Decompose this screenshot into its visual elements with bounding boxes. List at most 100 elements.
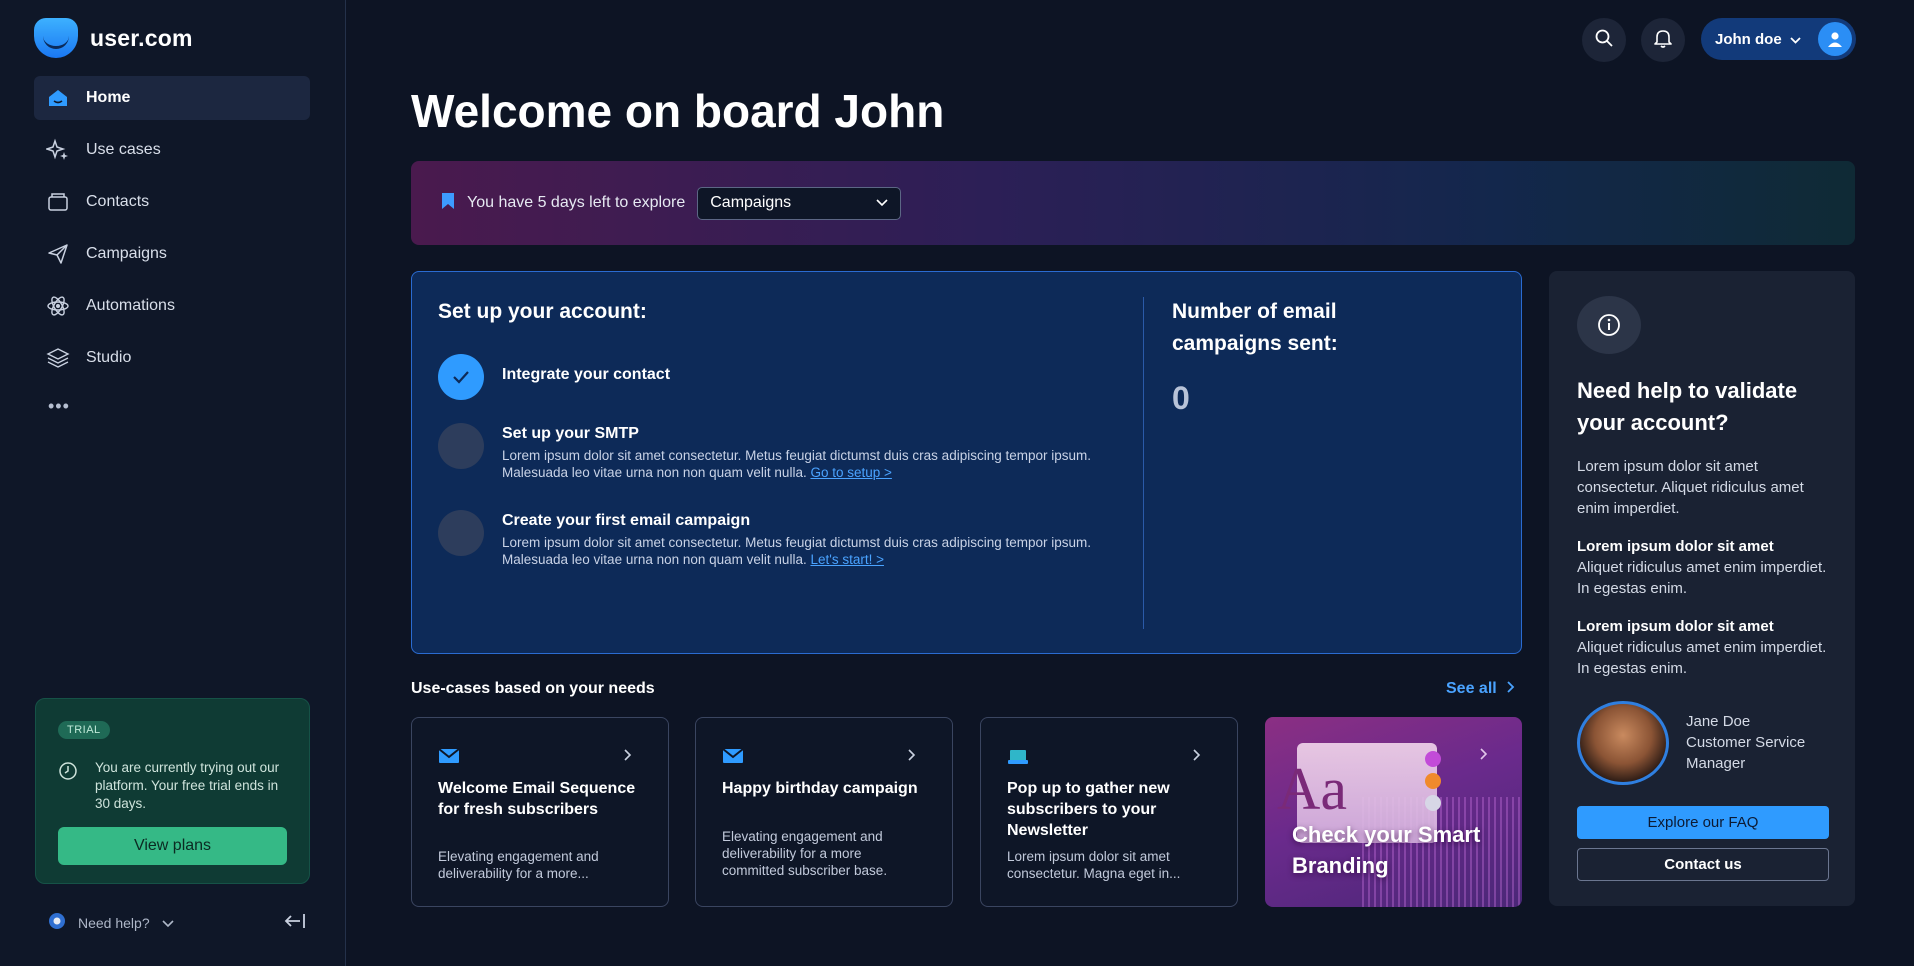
divider xyxy=(1143,297,1144,629)
mail-icon xyxy=(722,748,744,769)
help-icon xyxy=(48,912,66,933)
sidebar-item-automations[interactable]: Automations xyxy=(34,284,310,328)
setup-step-integrate[interactable]: Integrate your contact xyxy=(438,354,1128,400)
step-description: Lorem ipsum dolor sit amet consectetur. … xyxy=(502,447,1132,481)
see-all-label: See all xyxy=(1446,680,1497,697)
more-menu-icon[interactable]: ••• xyxy=(48,396,70,417)
chevron-right-icon xyxy=(1193,748,1201,766)
chevron-right-icon xyxy=(1507,680,1515,698)
chevron-down-icon xyxy=(162,915,174,931)
help-paragraph-bold: Lorem ipsum dolor sit amet xyxy=(1577,538,1774,555)
agent-role: Customer Service Manager xyxy=(1686,734,1806,772)
step-pending-icon xyxy=(438,510,484,556)
step-description: Lorem ipsum dolor sit amet consectetur. … xyxy=(502,534,1132,568)
popup-icon xyxy=(1007,748,1029,771)
lets-start-link[interactable]: Let's start! > xyxy=(810,552,884,567)
sidebar-item-label: Automations xyxy=(86,297,175,314)
layers-icon xyxy=(46,346,70,370)
bell-icon xyxy=(1654,28,1672,53)
feature-select-value: Campaigns xyxy=(710,194,792,211)
collapse-sidebar-icon[interactable] xyxy=(284,913,306,934)
help-card: Need help to validate your account? Lore… xyxy=(1549,271,1855,906)
feature-select[interactable]: Campaigns xyxy=(697,186,902,220)
help-paragraph: Lorem ipsum dolor sit amet Aliquet ridic… xyxy=(1577,616,1827,679)
sidebar-item-label: Campaigns xyxy=(86,245,167,262)
help-paragraph: Lorem ipsum dolor sit amet consectetur. … xyxy=(1577,458,1804,517)
user-menu[interactable]: John doe xyxy=(1701,18,1856,60)
need-help-menu[interactable]: Need help? xyxy=(48,912,174,933)
trial-text: You are currently trying out our platfor… xyxy=(95,760,280,811)
step-desc-text: Lorem ipsum dolor sit amet consectetur. … xyxy=(502,448,1092,480)
chevron-right-icon xyxy=(1480,747,1488,765)
page-title: Welcome on board John xyxy=(411,85,945,137)
sidebar-item-campaigns[interactable]: Campaigns xyxy=(34,232,310,276)
check-icon xyxy=(438,354,484,400)
sidebar: user.com Home Use cases Contacts Campaig… xyxy=(0,0,346,966)
contacts-icon xyxy=(46,190,70,214)
see-all-link[interactable]: See all xyxy=(1446,680,1515,698)
promo-text: Check your Smart Branding xyxy=(1292,822,1481,878)
help-paragraph-text: Aliquet ridiculus amet enim imperdiet. I… xyxy=(1577,559,1827,597)
color-swatches-icon xyxy=(1425,751,1441,811)
chevron-right-icon xyxy=(908,748,916,766)
need-help-label: Need help? xyxy=(78,914,150,931)
setup-step-smtp: Set up your SMTP Lorem ipsum dolor sit a… xyxy=(438,423,1128,493)
logo-icon xyxy=(34,18,78,58)
bookmark-icon xyxy=(441,192,455,215)
sparkles-icon xyxy=(46,138,70,162)
sidebar-item-contacts[interactable]: Contacts xyxy=(34,180,310,224)
brand-name: user.com xyxy=(90,24,193,51)
use-case-description: Elevating engagement and deliverability … xyxy=(722,829,888,878)
trial-card: TRIAL You are currently trying out our p… xyxy=(35,698,310,884)
search-button[interactable] xyxy=(1582,18,1626,62)
sidebar-nav: Home Use cases Contacts Campaigns Automa… xyxy=(34,76,310,388)
sidebar-item-label: Studio xyxy=(86,349,132,366)
banner-text: You have 5 days left to explore xyxy=(467,194,686,211)
use-case-description: Elevating engagement and deliverability … xyxy=(438,849,599,881)
search-icon xyxy=(1594,28,1614,53)
view-plans-button[interactable]: View plans xyxy=(58,827,287,865)
agent-photo xyxy=(1577,701,1669,785)
chevron-down-icon xyxy=(876,194,888,212)
explore-faq-button[interactable]: Explore our FAQ xyxy=(1577,806,1829,839)
notifications-button[interactable] xyxy=(1641,18,1685,62)
home-icon xyxy=(46,86,70,110)
step-title: Set up your SMTP xyxy=(502,425,639,442)
sidebar-item-label: Contacts xyxy=(86,193,150,210)
use-case-card[interactable]: Welcome Email Sequence for fresh subscri… xyxy=(411,717,669,907)
mail-icon xyxy=(438,748,460,769)
chevron-down-icon xyxy=(1790,31,1801,48)
step-pending-icon xyxy=(438,423,484,469)
chevron-right-icon xyxy=(624,748,632,766)
use-case-card[interactable]: Pop up to gather new subscribers to your… xyxy=(980,717,1238,907)
typography-icon: Aa xyxy=(1277,756,1347,822)
clock-icon xyxy=(58,761,78,786)
use-case-title: Pop up to gather new subscribers to your… xyxy=(1007,780,1170,839)
agent-info: Jane Doe Customer Service Manager xyxy=(1686,711,1826,774)
sidebar-item-home[interactable]: Home xyxy=(34,76,310,120)
sidebar-item-label: Use cases xyxy=(86,141,161,158)
setup-title: Set up your account: xyxy=(438,300,647,323)
paper-plane-icon xyxy=(46,242,70,266)
setup-step-campaign: Create your first email campaign Lorem i… xyxy=(438,510,1128,580)
use-case-title: Welcome Email Sequence for fresh subscri… xyxy=(438,780,636,818)
use-case-description: Lorem ipsum dolor sit amet consectetur. … xyxy=(1007,849,1181,881)
sidebar-item-studio[interactable]: Studio xyxy=(34,336,310,380)
sidebar-item-use-cases[interactable]: Use cases xyxy=(34,128,310,172)
info-icon xyxy=(1577,296,1641,354)
help-paragraph-text: Aliquet ridiculus amet enim imperdiet. I… xyxy=(1577,639,1827,677)
go-to-setup-link[interactable]: Go to setup > xyxy=(810,465,891,480)
help-title: Need help to validate your account? xyxy=(1577,378,1798,435)
smart-branding-promo[interactable]: Aa Check your Smart Branding xyxy=(1265,717,1522,907)
agent-name: Jane Doe xyxy=(1686,713,1751,730)
use-cases-heading: Use-cases based on your needs xyxy=(411,680,655,697)
trial-banner: You have 5 days left to explore Campaign… xyxy=(411,161,1855,245)
campaigns-sent-title: Number of email campaigns sent: xyxy=(1172,300,1338,355)
step-desc-text: Lorem ipsum dolor sit amet consectetur. … xyxy=(502,535,1092,567)
brand-logo[interactable]: user.com xyxy=(34,18,193,58)
sidebar-item-label: Home xyxy=(86,89,131,106)
use-case-title: Happy birthday campaign xyxy=(722,780,918,797)
user-name: John doe xyxy=(1715,30,1782,48)
use-case-card[interactable]: Happy birthday campaign Elevating engage… xyxy=(695,717,953,907)
contact-us-button[interactable]: Contact us xyxy=(1577,848,1829,881)
